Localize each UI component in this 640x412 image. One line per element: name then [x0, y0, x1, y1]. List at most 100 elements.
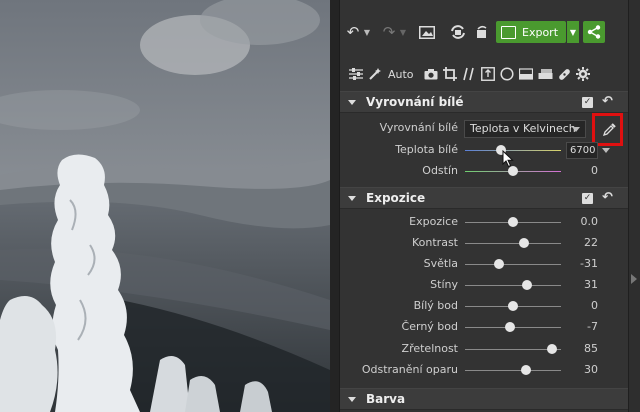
magic-wand-icon[interactable]: [366, 65, 383, 83]
wb-temp-label: Teplota bílé: [395, 143, 458, 156]
wb-tint-value: 0: [591, 164, 598, 177]
bandage-glyph: [558, 68, 570, 80]
slider-value: 31: [584, 278, 598, 291]
text-box-glyph: [481, 67, 495, 81]
straighten-icon[interactable]: [461, 65, 478, 83]
section-color[interactable]: Barva: [340, 388, 628, 410]
sliders-glyph: [348, 68, 363, 80]
gear-glyph: [576, 67, 591, 81]
slider-knob[interactable]: [547, 344, 558, 354]
gradient-glyph: [519, 68, 534, 80]
collapse-triangle-icon[interactable]: [348, 396, 356, 402]
slider-row-cerny-bod: Černý bod -7: [340, 317, 628, 338]
rotate-right-glyph: [477, 25, 487, 38]
camera-icon[interactable]: [423, 65, 440, 83]
slider-value: 30: [584, 363, 598, 376]
reset-icon[interactable]: ↶: [602, 94, 613, 109]
slider-row-svetla: Světla -31: [340, 254, 628, 275]
eyedropper-icon[interactable]: [603, 122, 617, 136]
slider-knob[interactable]: [505, 322, 516, 332]
slider-label: Zřetelnost: [401, 342, 458, 355]
chevron-down-icon: [572, 127, 580, 132]
expand-arrow-icon[interactable]: [631, 274, 637, 284]
collapse-triangle-icon[interactable]: [348, 99, 356, 105]
winter-landscape-image: [0, 0, 330, 412]
slider-label: Odstranění oparu: [361, 363, 458, 376]
section-enable-checkbox[interactable]: ✓: [582, 193, 593, 204]
redo-icon[interactable]: ↷: [380, 22, 398, 42]
panel-divider[interactable]: [330, 0, 340, 412]
slider-knob[interactable]: [518, 238, 529, 248]
temp-dropdown-icon[interactable]: [602, 148, 610, 153]
circle-icon[interactable]: [499, 65, 516, 83]
tools-bar: Auto: [340, 60, 628, 88]
wb-temp-input[interactable]: 6700: [566, 142, 598, 159]
slider-value: -7: [587, 320, 598, 333]
wb-mode-label: Vyrovnání bílé: [379, 121, 458, 134]
gear-icon[interactable]: [575, 65, 592, 83]
photo-preview[interactable]: [0, 0, 330, 412]
slider-track[interactable]: [465, 264, 561, 265]
edit-panel: ↶ ▼ ↷ ▼ Export ▼ Auto Vyrovnání bílé ✓ ↶…: [340, 0, 628, 412]
rotate-right-icon[interactable]: [472, 22, 492, 42]
redo-dropdown-icon[interactable]: ▼: [398, 22, 408, 42]
wb-mode-select[interactable]: Teplota v Kelvinech: [464, 120, 586, 138]
slider-value: 0: [591, 299, 598, 312]
share-button[interactable]: [583, 21, 605, 43]
slider-knob[interactable]: [521, 365, 532, 375]
slider-knob[interactable]: [522, 280, 533, 290]
slider-label: Bílý bod: [413, 299, 458, 312]
section-enable-checkbox[interactable]: ✓: [582, 97, 593, 108]
section-exposure[interactable]: Expozice ✓ ↶: [340, 187, 628, 209]
eraser-glyph: [538, 69, 553, 79]
wb-tint-row: Odstín 0: [340, 161, 628, 182]
undo-dropdown-icon[interactable]: ▼: [362, 22, 372, 42]
rotate-icon[interactable]: [448, 22, 468, 42]
top-toolbar: ↶ ▼ ↷ ▼ Export ▼: [340, 0, 628, 58]
wb-tint-label: Odstín: [422, 164, 458, 177]
slider-row-zretelnost: Zřetelnost 85: [340, 339, 628, 360]
slider-value: 0.0: [580, 215, 599, 228]
slider-track[interactable]: [465, 243, 561, 244]
slider-knob[interactable]: [493, 259, 504, 269]
straighten-glyph: [463, 67, 474, 81]
slider-knob[interactable]: [508, 217, 518, 227]
export-icon: [501, 25, 516, 39]
gradient-icon[interactable]: [518, 65, 535, 83]
right-edge-strip: [628, 0, 640, 412]
export-dropdown-button[interactable]: ▼: [567, 21, 579, 43]
wb-mode-value: Teplota v Kelvinech: [470, 122, 576, 135]
slider-value: -31: [580, 257, 598, 270]
slider-track[interactable]: [465, 370, 561, 371]
section-white-balance[interactable]: Vyrovnání bílé ✓ ↶: [340, 91, 628, 113]
image-icon[interactable]: [417, 22, 437, 42]
crop-glyph: [443, 67, 458, 81]
crop-icon[interactable]: [442, 65, 459, 83]
rotate-glyph: [451, 25, 465, 39]
magic-wand-glyph: [368, 68, 381, 80]
eraser-icon[interactable]: [537, 65, 554, 83]
slider-track[interactable]: [465, 285, 561, 286]
slider-row-expozice: Expozice 0.0: [340, 212, 628, 233]
export-button[interactable]: Export: [496, 21, 566, 43]
slider-value: 22: [584, 236, 598, 249]
chevron-down-icon: ▼: [569, 27, 577, 37]
slider-label: Černý bod: [401, 320, 458, 333]
wb-temp-value: 6700: [570, 145, 596, 156]
slider-row-kontrast: Kontrast 22: [340, 233, 628, 254]
collapse-triangle-icon[interactable]: [348, 195, 356, 201]
slider-row-odstraneni-oparu: Odstranění oparu 30: [340, 360, 628, 381]
section-title: Barva: [366, 392, 406, 406]
slider-row-stiny: Stíny 31: [340, 275, 628, 296]
auto-button[interactable]: Auto: [388, 68, 414, 81]
slider-knob[interactable]: [508, 301, 518, 311]
text-box-icon[interactable]: [480, 65, 497, 83]
undo-icon[interactable]: ↶: [344, 22, 362, 42]
sliders-icon[interactable]: [347, 65, 364, 83]
bandage-icon[interactable]: [556, 65, 573, 83]
mouse-cursor-icon: [502, 150, 514, 168]
slider-row-bily-bod: Bílý bod 0: [340, 296, 628, 317]
image-glyph: [419, 25, 435, 39]
reset-icon[interactable]: ↶: [602, 190, 613, 205]
slider-label: Kontrast: [412, 236, 458, 249]
